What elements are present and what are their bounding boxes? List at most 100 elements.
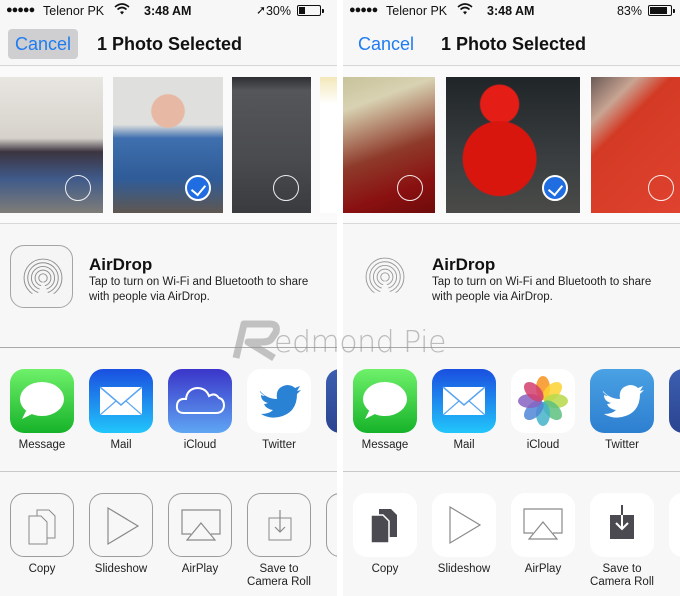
status-bar: ●●●●● Telenor PK 3:48 AM 83%: [343, 0, 680, 22]
wifi-icon: [114, 3, 130, 15]
airdrop-description: Tap to turn on Wi-Fi and Bluetooth to sh…: [432, 276, 652, 303]
slideshow-icon: [432, 493, 496, 557]
action-label: Slideshow: [437, 563, 491, 575]
checkmark-icon[interactable]: [185, 175, 211, 201]
share-message-button[interactable]: Message: [10, 369, 74, 452]
share-mail-button[interactable]: Mail: [89, 369, 153, 452]
action-save-button[interactable]: Save to Camera Roll: [590, 493, 654, 589]
mail-icon: [89, 369, 153, 433]
carrier-name: Telenor PK: [43, 4, 105, 18]
more-icon: [669, 493, 680, 557]
airdrop-title: AirDrop: [89, 255, 153, 274]
nav-bar: Cancel 1 Photo Selected: [343, 24, 680, 66]
airdrop-title: AirDrop: [432, 255, 496, 274]
copy-icon: [353, 493, 417, 557]
action-airplay-button[interactable]: AirPlay: [168, 493, 232, 576]
photo-thumbnail[interactable]: [591, 77, 680, 213]
photo-strip[interactable]: [0, 67, 337, 224]
action-slideshow-button[interactable]: Slideshow: [89, 493, 153, 576]
photo-thumbnail[interactable]: [232, 77, 311, 213]
share-app-label: F: [326, 439, 337, 452]
save-icon: [590, 493, 654, 557]
share-app-label: F: [669, 439, 680, 452]
share-apps-row: Message Mail iCloud Twitter F: [0, 349, 337, 472]
message-icon: [353, 369, 417, 433]
battery-icon: [648, 5, 675, 16]
copy-icon: [10, 493, 74, 557]
airdrop-icon[interactable]: [353, 245, 416, 308]
airdrop-description: Tap to turn on Wi-Fi and Bluetooth to sh…: [89, 276, 309, 303]
twitter-icon: [590, 369, 654, 433]
action-label: AirPlay: [524, 563, 562, 575]
photo-thumbnail[interactable]: [0, 77, 103, 213]
share-icloud-button[interactable]: iCloud: [168, 369, 232, 452]
airplay-icon: [511, 493, 575, 557]
icloud-icon: [168, 369, 232, 433]
selection-circle[interactable]: [65, 175, 91, 201]
cancel-button[interactable]: Cancel: [8, 29, 79, 59]
action-slideshow-button[interactable]: Slideshow: [432, 493, 496, 576]
share-app-label: Message: [361, 439, 409, 451]
actions-row: Copy Slideshow AirPlay Save to Camera Ro…: [0, 473, 337, 596]
carrier-name: Telenor PK: [386, 4, 448, 18]
photo-thumbnail[interactable]: [343, 77, 435, 213]
action-save-button[interactable]: Save to Camera Roll: [247, 493, 311, 589]
action-more-button[interactable]: A: [326, 493, 337, 576]
signal-strength-icon: ●●●●●: [6, 4, 35, 16]
share-app-label: iCloud: [526, 439, 560, 451]
action-more-button[interactable]: A: [669, 493, 680, 576]
action-label: Save to Camera Roll: [247, 563, 311, 588]
action-copy-button[interactable]: Copy: [353, 493, 417, 576]
share-twitter-button[interactable]: Twitter: [590, 369, 654, 452]
airdrop-icon[interactable]: [10, 245, 73, 308]
twitter-icon: [247, 369, 311, 433]
battery-percent: 83%: [616, 4, 642, 18]
airdrop-section[interactable]: AirDrop Tap to turn on Wi-Fi and Bluetoo…: [343, 225, 680, 348]
photo-thumbnail[interactable]: [446, 77, 580, 213]
airplay-icon: [168, 493, 232, 557]
actions-row: Copy Slideshow AirPlay Save to Camera Ro…: [343, 473, 680, 596]
message-icon: [10, 369, 74, 433]
page-title: 1 Photo Selected: [97, 34, 243, 54]
airdrop-section[interactable]: AirDrop Tap to turn on Wi-Fi and Bluetoo…: [0, 225, 337, 348]
action-label: Save to Camera Roll: [590, 563, 654, 588]
signal-strength-icon: ●●●●●: [349, 4, 378, 16]
action-copy-button[interactable]: Copy: [10, 493, 74, 576]
action-airplay-button[interactable]: AirPlay: [511, 493, 575, 576]
photo-thumbnail[interactable]: [320, 77, 337, 213]
share-app-label: Twitter: [605, 439, 639, 451]
photos-icon: [511, 369, 575, 433]
cancel-button[interactable]: Cancel: [351, 29, 421, 59]
selection-circle[interactable]: [397, 175, 423, 201]
share-app-label: iCloud: [183, 439, 217, 451]
selection-circle[interactable]: [273, 175, 299, 201]
share-twitter-button[interactable]: Twitter: [247, 369, 311, 452]
action-label: A: [669, 563, 680, 576]
share-f-button[interactable]: F: [326, 369, 337, 452]
battery-percent: 30%: [265, 4, 291, 18]
photo-strip[interactable]: [343, 67, 680, 224]
photo-thumbnail[interactable]: [113, 77, 223, 213]
share-f-button[interactable]: F: [669, 369, 680, 452]
slideshow-icon: [89, 493, 153, 557]
share-app-label: Mail: [110, 439, 132, 451]
status-time: 3:48 AM: [144, 4, 192, 18]
more-icon: [326, 493, 337, 557]
share-sheet-ios7-final: ●●●●● Telenor PK 3:48 AM 83% Cancel 1 Ph…: [343, 0, 680, 596]
share-app-label: Twitter: [262, 439, 296, 451]
share-mail-button[interactable]: Mail: [432, 369, 496, 452]
share-apps-row: Message Mail iCloud Twitter F: [343, 349, 680, 472]
share-icloud-button[interactable]: iCloud: [511, 369, 575, 452]
share-app-label: Mail: [453, 439, 475, 451]
action-label: Slideshow: [94, 563, 148, 575]
status-bar: ●●●●● Telenor PK 3:48 AM ➚ 30%: [0, 0, 337, 22]
share-message-button[interactable]: Message: [353, 369, 417, 452]
status-time: 3:48 AM: [487, 4, 535, 18]
action-label: Copy: [28, 563, 56, 575]
selection-circle[interactable]: [648, 175, 674, 201]
facebook-icon: [326, 369, 337, 433]
nav-bar: Cancel 1 Photo Selected: [0, 24, 337, 66]
mail-icon: [432, 369, 496, 433]
facebook-icon: [669, 369, 680, 433]
checkmark-icon[interactable]: [542, 175, 568, 201]
